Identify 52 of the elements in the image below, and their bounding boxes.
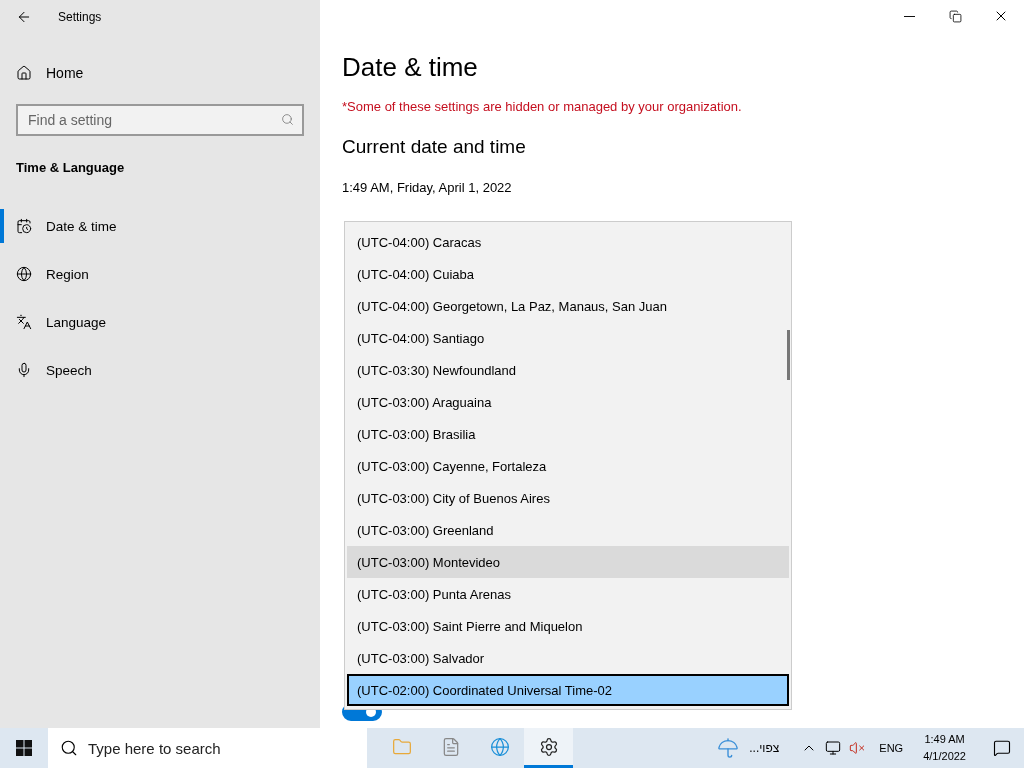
timezone-option[interactable]: (UTC-02:00) Coordinated Universal Time-02 [347, 674, 789, 706]
timezone-option[interactable]: (UTC-04:00) Caracas [347, 226, 789, 258]
language-icon [16, 314, 32, 330]
current-datetime: 1:49 AM, Friday, April 1, 2022 [342, 180, 513, 195]
timezone-option[interactable]: (UTC-03:00) Brasilia [347, 418, 789, 450]
timezone-option[interactable]: (UTC-03:00) Araguaina [347, 386, 789, 418]
timezone-option[interactable]: (UTC-04:00) Santiago [347, 322, 789, 354]
folder-icon [391, 736, 412, 757]
taskbar-search-field[interactable]: Type here to search [48, 728, 367, 768]
windows-logo-icon [16, 740, 32, 756]
search-icon [60, 739, 78, 757]
page-title: Date & time [342, 52, 479, 83]
network-button[interactable] [825, 740, 842, 756]
input-language[interactable]: ENG [879, 742, 904, 754]
timezone-option[interactable]: (UTC-03:30) Newfoundland [347, 354, 789, 386]
nav-item[interactable]: Region [0, 257, 320, 291]
clock[interactable]: 1:49 AM 4/1/2022 [917, 731, 972, 765]
taskbar-app[interactable] [524, 728, 573, 768]
muted-speaker-icon [849, 740, 866, 756]
search-field[interactable]: Find a setting [16, 104, 304, 136]
volume-button[interactable] [849, 740, 866, 756]
nav-item[interactable]: Language [0, 305, 320, 339]
calendar-icon [16, 218, 32, 234]
timezone-option[interactable]: (UTC-03:00) Montevideo [347, 546, 789, 578]
timezone-option[interactable]: (UTC-03:00) Punta Arenas [347, 578, 789, 610]
restore-icon [948, 9, 962, 23]
section-heading: Time & Language [15, 160, 126, 175]
timezone-option[interactable]: (UTC-04:00) Cuiaba [347, 258, 789, 290]
timezone-option[interactable]: (UTC-03:00) Salvador [347, 642, 789, 674]
home-icon [16, 65, 32, 81]
back-icon [16, 9, 32, 25]
timezone-option[interactable]: (UTC-03:00) Saint Pierre and Miquelon [347, 610, 789, 642]
globe-icon [16, 266, 32, 282]
message-icon [993, 739, 1011, 757]
weather-widget[interactable]: צפוי... [711, 736, 786, 760]
nav-item[interactable]: Speech [0, 353, 320, 387]
timezone-option[interactable]: (UTC-04:00) Georgetown, La Paz, Manaus, San Juan [347, 290, 789, 322]
managed-notice: *Some of these settings are hidden or managed by your organization. [342, 99, 743, 114]
mic-icon [16, 362, 32, 378]
scrollbar-thumb[interactable] [787, 330, 790, 380]
home-link[interactable]: Home [0, 56, 320, 90]
browser-icon [489, 736, 510, 757]
monitor-icon [825, 740, 842, 756]
timezone-option[interactable]: (UTC-03:00) City of Buenos Aires [347, 482, 789, 514]
umbrella-icon [717, 737, 740, 759]
gear-icon [538, 736, 559, 757]
window-title: Settings [58, 10, 102, 24]
minimize-icon [903, 15, 915, 17]
timezone-option[interactable]: (UTC-03:00) Cayenne, Fortaleza [347, 450, 789, 482]
timezone-option[interactable]: (UTC-03:00) Greenland [347, 514, 789, 546]
search-icon [281, 113, 294, 126]
section-heading: Current date and time [342, 136, 527, 158]
